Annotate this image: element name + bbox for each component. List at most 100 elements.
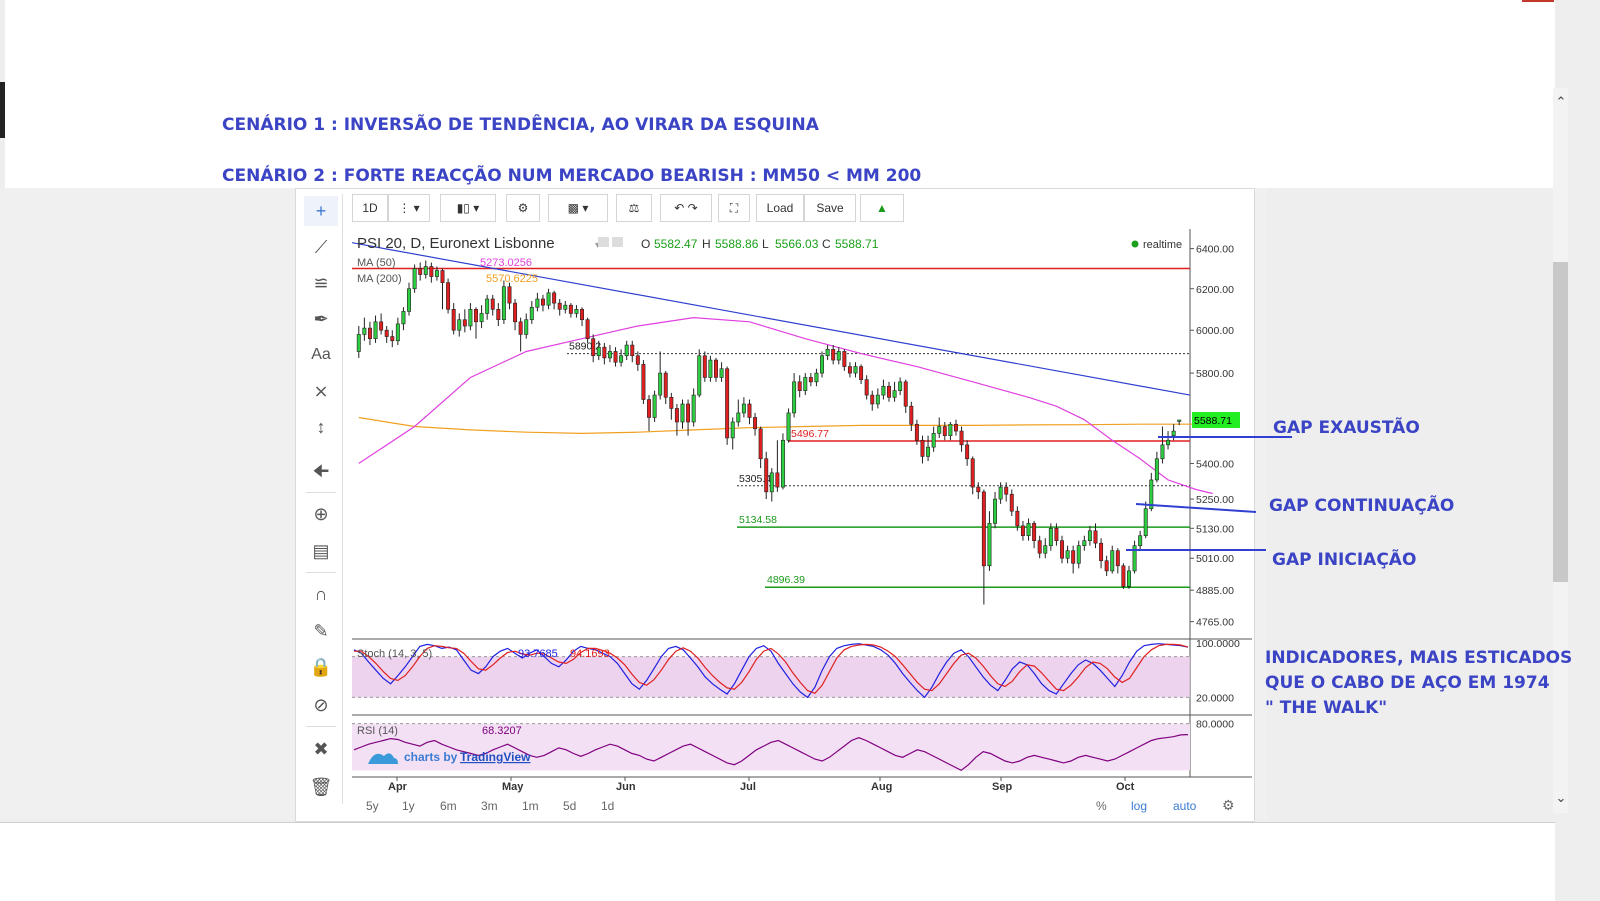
- candle-body: [462, 319, 467, 327]
- measure-tool-icon[interactable]: ↕: [304, 412, 338, 442]
- candle-body: [479, 313, 484, 323]
- price-chart[interactable]: 6400.006200.006000.005800.005400.005250.…: [352, 229, 1252, 819]
- candle-body: [1004, 486, 1009, 495]
- range-5y[interactable]: 5y: [366, 799, 379, 813]
- publish-icon[interactable]: ▲: [860, 194, 904, 222]
- scale-settings-icon[interactable]: ⚙: [1222, 797, 1235, 814]
- candle-body: [831, 349, 836, 361]
- scroll-up-icon[interactable]: ⌃: [1554, 94, 1568, 110]
- zoom-icon[interactable]: ⊕: [304, 499, 338, 529]
- range-1y[interactable]: 1y: [402, 799, 415, 813]
- crosshair-icon[interactable]: +: [304, 196, 338, 226]
- candle-body: [730, 421, 735, 439]
- candle-body: [909, 405, 914, 425]
- candle-body: [356, 334, 361, 352]
- level-label: 4896.39: [767, 574, 805, 586]
- text-tool-icon[interactable]: Aa: [304, 340, 338, 370]
- candle-body: [814, 372, 819, 383]
- range-5d[interactable]: 5d: [563, 799, 576, 813]
- range-3m[interactable]: 3m: [481, 799, 498, 813]
- bottom-white-area: [0, 822, 1555, 901]
- candle-body: [725, 368, 730, 439]
- candle-body: [574, 309, 579, 314]
- ohlc-value: 5582.47: [654, 237, 698, 251]
- candle-body: [702, 355, 707, 378]
- log-toggle[interactable]: log: [1131, 799, 1147, 813]
- settings-gear-icon[interactable]: ⚙: [506, 194, 540, 222]
- trendline-tool-icon[interactable]: ⟋: [304, 232, 338, 262]
- fullscreen-icon[interactable]: ⛶: [718, 194, 750, 222]
- candle-body: [1104, 560, 1109, 572]
- hide-icon[interactable]: ⊘: [304, 690, 338, 720]
- stay-drawing-icon[interactable]: ✎: [304, 616, 338, 646]
- realtime-label: realtime: [1143, 239, 1182, 251]
- level-label: 5134.58: [739, 514, 777, 526]
- page-scrollbar-thumb[interactable]: [1553, 262, 1568, 582]
- indicators-note-line2: QUE O CABO DE AÇO EM 1974: [1265, 673, 1550, 693]
- candle-body: [1043, 545, 1048, 554]
- brush-icon[interactable]: ✒: [304, 304, 338, 334]
- candle-body: [446, 282, 451, 310]
- candle-body: [959, 430, 964, 446]
- watermark-brand[interactable]: TradingView: [460, 750, 531, 764]
- range-6m[interactable]: 6m: [440, 799, 457, 813]
- scroll-down-icon[interactable]: ⌄: [1554, 790, 1568, 806]
- ma50-legend-value: 5273.0256: [480, 257, 532, 269]
- range-1d[interactable]: 1d: [601, 799, 614, 813]
- x-tick-label: Apr: [388, 781, 408, 793]
- candle-body: [1015, 510, 1020, 527]
- candle-body: [557, 302, 562, 310]
- candle-body: [892, 390, 897, 398]
- candle-body: [412, 268, 417, 290]
- y-tick-label: 6000.00: [1196, 325, 1234, 337]
- candle-style-icon[interactable]: ▮▯ ▾: [440, 194, 496, 222]
- candle-body: [607, 351, 612, 359]
- candle-body: [429, 266, 434, 277]
- rsi-value: 68.3207: [482, 725, 522, 737]
- candle-body: [736, 412, 741, 423]
- candle-body: [395, 323, 400, 342]
- load-button[interactable]: Load: [756, 194, 804, 222]
- range-1m[interactable]: 1m: [522, 799, 539, 813]
- undo-redo-icon[interactable]: ↶ ↷: [660, 194, 712, 222]
- auto-toggle[interactable]: auto: [1173, 799, 1196, 813]
- candle-body: [624, 344, 629, 357]
- fib-tool-icon[interactable]: ≌: [304, 268, 338, 298]
- candle-body: [881, 385, 886, 396]
- candle-body: [1032, 523, 1037, 541]
- back-arrow-icon[interactable]: 🠈: [304, 456, 338, 486]
- percent-toggle[interactable]: %: [1096, 799, 1107, 813]
- ruler-icon[interactable]: ▤: [304, 536, 338, 566]
- candle-body: [753, 417, 758, 430]
- candle-body: [792, 381, 797, 414]
- interval-button[interactable]: 1D: [352, 194, 388, 222]
- candle-body: [875, 394, 880, 405]
- candle-body: [1026, 523, 1031, 537]
- save-button[interactable]: Save: [804, 194, 856, 222]
- candle-body: [993, 498, 998, 524]
- candle-body: [602, 346, 607, 359]
- indicators-icon[interactable]: ▩ ▾: [548, 194, 608, 222]
- pattern-tool-icon[interactable]: ⨯: [304, 376, 338, 406]
- candle-body: [820, 355, 824, 374]
- scenario-2-text: CENÁRIO 2 : FORTE REACÇÃO NUM MERCADO BE…: [222, 166, 922, 186]
- candle-body: [842, 351, 847, 367]
- candle-body: [546, 292, 551, 306]
- candle-body: [490, 298, 495, 310]
- rsi-legend-label: RSI (14): [357, 725, 398, 737]
- magnet-icon[interactable]: ∩: [304, 579, 338, 609]
- candle-body: [635, 355, 640, 365]
- ohlc-label: H: [702, 237, 711, 251]
- trash-icon[interactable]: 🗑: [304, 772, 338, 802]
- lock-icon[interactable]: 🔒: [304, 652, 338, 682]
- compare-icon[interactable]: ⚖: [616, 194, 652, 222]
- candle-body: [496, 309, 501, 321]
- stoch-k-value: 93.7685: [518, 648, 558, 660]
- tools-icon[interactable]: ✖: [304, 734, 338, 764]
- y-tick-label: 5800.00: [1196, 368, 1234, 380]
- candle-body: [457, 319, 462, 331]
- candle-body: [797, 381, 802, 391]
- candle-body: [1037, 540, 1042, 554]
- interval-dropdown-icon[interactable]: ⋮ ▾: [388, 194, 430, 222]
- candle-body: [367, 327, 372, 339]
